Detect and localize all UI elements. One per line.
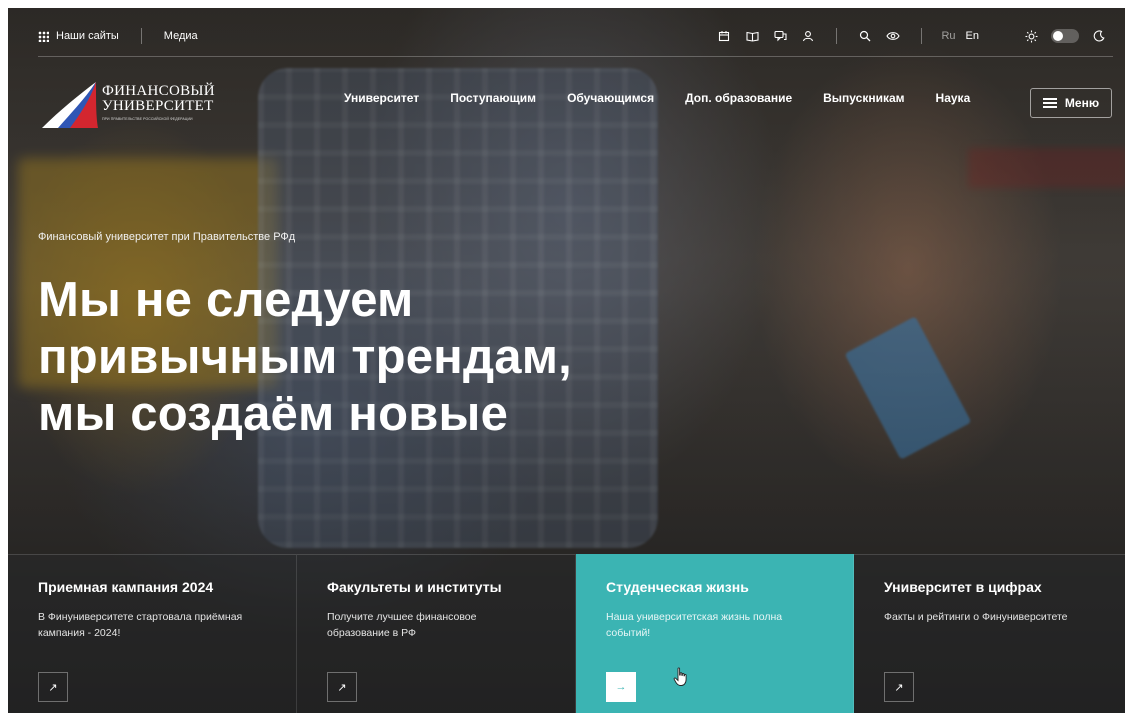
utility-bar: Наши сайты Медиа Ru En xyxy=(38,22,1113,50)
hand-cursor-icon xyxy=(673,667,687,686)
card-faculties[interactable]: Факультеты и институты Получите лучшее ф… xyxy=(297,554,576,713)
theme-toggle[interactable] xyxy=(1051,29,1079,43)
menu-button-label: Меню xyxy=(1064,96,1100,110)
hero-title-line: Мы не следуем xyxy=(38,273,414,327)
user-icon[interactable] xyxy=(801,29,815,43)
arrow-right-icon[interactable]: → xyxy=(606,672,636,702)
arrow-up-right-icon[interactable]: ↗ xyxy=(38,672,68,702)
hero-subtitle: Финансовый университет при Правительстве… xyxy=(38,231,296,243)
eye-icon[interactable] xyxy=(886,29,901,43)
calendar-icon[interactable] xyxy=(717,29,731,43)
card-text: Факты и рейтинги о Финуниверситете xyxy=(884,611,1068,623)
logo-text-line1: ФИНАНСОВЫЙ xyxy=(102,83,215,99)
card-title: Университет в цифрах xyxy=(884,579,1042,595)
sun-icon[interactable] xyxy=(1024,29,1038,43)
university-logo[interactable]: ФИНАНСОВЫЙ УНИВЕРСИТЕТ ПРИ ПРАВИТЕЛЬСТВЕ… xyxy=(40,78,225,138)
card-text: В Финуниверситете стартовала приёмная ка… xyxy=(38,611,243,639)
card-text: Получите лучшее финансовое образование в… xyxy=(327,611,477,639)
logo-text-line3: ПРИ ПРАВИТЕЛЬСТВЕ РОССИЙСКОЙ ФЕДЕРАЦИИ xyxy=(102,117,193,121)
hamburger-icon xyxy=(1042,98,1057,108)
main-nav: Университет Поступающим Обучающимся Доп.… xyxy=(344,91,970,105)
search-icon[interactable] xyxy=(858,29,872,43)
hero-section: Наши сайты Медиа Ru En ФИНАНСОВЫЙ УНИВЕР… xyxy=(8,8,1125,713)
hero-title: Мы не следуем привычным трендам, мы созд… xyxy=(38,272,738,443)
lang-en[interactable]: En xyxy=(966,30,979,42)
nav-item-science[interactable]: Наука xyxy=(936,91,971,105)
card-text: Наша университетская жизнь полна событий… xyxy=(606,611,783,639)
divider xyxy=(836,28,838,44)
nav-item-graduates[interactable]: Выпускникам xyxy=(823,91,904,105)
arrow-up-right-icon[interactable]: ↗ xyxy=(327,672,357,702)
card-student-life[interactable]: Студенческая жизнь Наша университетская … xyxy=(576,554,854,713)
nav-item-applicants[interactable]: Поступающим xyxy=(450,91,536,105)
nav-item-additional-education[interactable]: Доп. образование xyxy=(685,91,792,105)
logo-emblem-icon xyxy=(42,82,98,128)
nav-item-university[interactable]: Университет xyxy=(344,91,419,105)
card-admission-campaign[interactable]: Приемная кампания 2024 В Финуниверситете… xyxy=(8,554,297,713)
divider xyxy=(921,28,923,44)
chat-icon[interactable] xyxy=(773,29,787,43)
divider xyxy=(140,28,142,44)
card-university-numbers[interactable]: Университет в цифрах Факты и рейтинги о … xyxy=(854,554,1125,713)
card-title: Факультеты и институты xyxy=(327,579,502,595)
arrow-up-right-icon[interactable]: ↗ xyxy=(884,672,914,702)
card-title: Приемная кампания 2024 xyxy=(38,579,214,595)
moon-icon[interactable] xyxy=(1092,29,1106,43)
menu-button[interactable]: Меню xyxy=(1030,88,1112,118)
book-icon[interactable] xyxy=(745,29,759,43)
logo-text-line2: УНИВЕРСИТЕТ xyxy=(102,98,214,114)
our-sites-link[interactable]: Наши сайты xyxy=(56,30,119,42)
card-title: Студенческая жизнь xyxy=(606,579,749,595)
hero-title-line: привычным трендам, xyxy=(38,330,572,384)
hero-title-line: мы создаём новые xyxy=(38,387,509,441)
grid-icon xyxy=(38,30,49,42)
lang-ru[interactable]: Ru xyxy=(941,30,955,42)
nav-item-students[interactable]: Обучающимся xyxy=(567,91,654,105)
divider xyxy=(38,56,1113,57)
media-link[interactable]: Медиа xyxy=(164,30,198,42)
feature-cards: Приемная кампания 2024 В Финуниверситете… xyxy=(8,554,1125,713)
